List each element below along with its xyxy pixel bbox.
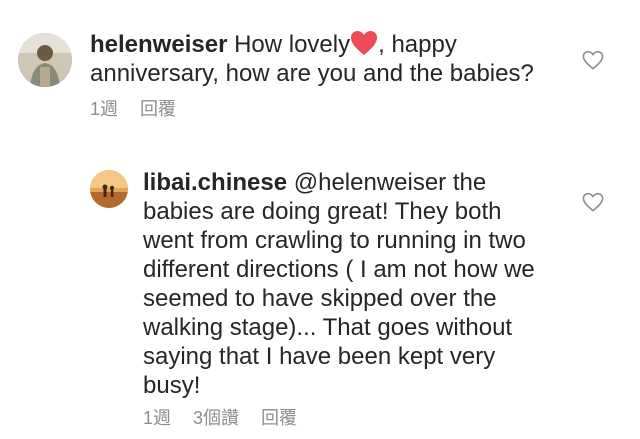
comment-meta: 1週 3個讚 回覆 — [143, 404, 297, 430]
avatar-libai-chinese[interactable] — [90, 170, 128, 208]
comment-username[interactable]: libai.chinese — [143, 169, 287, 196]
like-heart-icon[interactable] — [582, 192, 604, 212]
comment-text-part1: How lovely — [227, 31, 351, 58]
likes-count[interactable]: 3個讚 — [193, 404, 239, 430]
avatar-image — [90, 170, 128, 208]
comment-body: helenweiser How lovely , happy anniversa… — [90, 30, 560, 88]
red-heart-emoji-icon — [351, 31, 378, 55]
comment-username[interactable]: helenweiser — [90, 31, 227, 58]
avatar-helenweiser[interactable] — [18, 33, 72, 87]
comment-timestamp[interactable]: 1週 — [90, 95, 118, 121]
reply-button[interactable]: 回覆 — [261, 404, 297, 430]
like-heart-icon[interactable] — [582, 50, 604, 70]
comment-meta: 1週 回覆 — [90, 95, 176, 121]
avatar-image — [18, 33, 72, 87]
comment-timestamp[interactable]: 1週 — [143, 404, 171, 430]
comment-body: libai.chinese @helenweiser the babies ar… — [143, 168, 553, 400]
comment-text: @helenweiser the babies are doing great!… — [143, 169, 535, 399]
reply-button[interactable]: 回覆 — [140, 95, 176, 121]
